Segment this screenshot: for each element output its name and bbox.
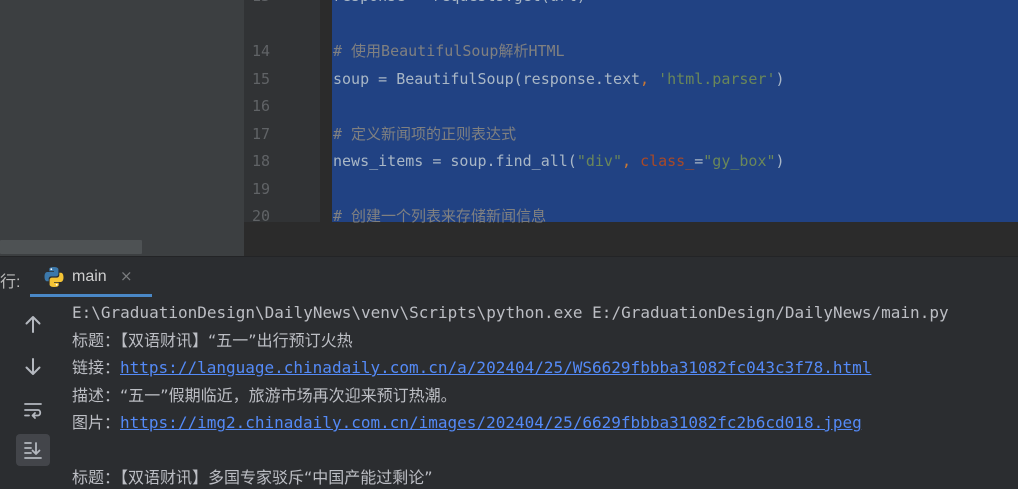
console-line-label: 标题： [72,468,121,487]
editor-bottom-area [244,222,1018,256]
console-line-label: 图片： [72,413,121,432]
project-panel [0,0,244,256]
console-line: 链接：https://language.chinadaily.com.cn/a/… [72,357,871,379]
soft-wrap-button[interactable] [16,394,50,426]
line-number: 18 [251,152,270,170]
code-token: class_ [640,152,695,170]
scroll-to-end-button[interactable] [16,434,50,466]
line-number: 19 [251,180,270,198]
close-icon[interactable]: × [120,267,133,285]
gutter-divider [320,0,322,222]
run-toolbar [0,298,58,484]
line-number: 17 [251,125,270,143]
console-line-value: 【双语财讯】“五一”出行预订火热 [120,330,353,350]
arrow-down-icon [25,358,41,375]
console-line-label: 描述： [72,385,121,405]
code-line[interactable]: soup = BeautifulSoup(response.text, 'htm… [333,69,785,89]
code-token: ) [775,152,785,170]
code-token: = [694,152,704,170]
console-line: 描述：“五一”假期临近，旅游市场再次迎来预订热潮。 [72,385,457,407]
code-token: soup = BeautifulSoup(response.text [333,70,641,88]
line-number: 20 [251,207,270,225]
code-token: # 使用BeautifulSoup解析HTML [333,42,565,60]
console-line-label: 标题： [72,330,121,350]
code-line[interactable]: news_items = soup.find_all("div", class_… [333,151,785,171]
console-line: 图片：https://img2.chinadaily.com.cn/images… [72,412,862,434]
run-window-label: 行: [0,274,21,291]
code-token: ) [775,70,785,88]
code-line[interactable]: response = requests.get(url) [333,0,586,6]
text-selection [332,0,1018,222]
console-line-value: 【双语财讯】多国专家驳斥“中国产能过剩论” [120,468,433,487]
console-line: 标题：【双语财讯】多国专家驳斥“中国产能过剩论” [72,467,433,489]
code-token: # 创建一个列表来存储新闻信息 [333,207,547,225]
code-token: "div" [576,152,622,170]
tab-main-label[interactable]: main [72,268,107,286]
console-link[interactable]: https://img2.chinadaily.com.cn/images/20… [120,413,862,432]
code-line[interactable]: # 使用BeautifulSoup解析HTML [333,41,565,61]
code-token: news_items = soup.find_all( [333,152,577,170]
code-token: , [640,70,659,88]
code-line[interactable]: # 定义新闻项的正则表达式 [333,124,516,144]
console-line: 标题：【双语财讯】“五一”出行预订火热 [72,330,353,352]
code-token: # 定义新闻项的正则表达式 [333,125,517,143]
soft-wrap-icon [24,403,42,419]
code-token: "gy_box" [703,152,776,170]
console-line-value: “五一”假期临近，旅游市场再次迎来预订热潮。 [120,385,457,405]
horizontal-scrollbar-thumb[interactable] [0,240,142,254]
console-link[interactable]: https://language.chinadaily.com.cn/a/202… [120,358,871,377]
up-button[interactable] [16,308,50,340]
python-icon [44,266,64,288]
console-line-label: 链接： [72,358,121,377]
arrow-up-icon [25,316,41,333]
run-tool-header [0,256,1018,299]
code-token: 'html.parser' [658,70,776,88]
code-editor[interactable]: 13 response = requests.get(url) 14 # 使用Beau… [0,0,1018,256]
code-token: response = requests.get(url) [333,0,586,5]
line-number: 16 [251,97,270,115]
active-tab-indicator [30,294,152,297]
down-button[interactable] [16,351,50,383]
line-number: 14 [251,42,270,60]
scroll-to-end-icon [24,442,42,459]
line-number: 15 [251,70,270,88]
line-number: 13 [244,0,270,6]
code-token: , [622,152,641,170]
code-line[interactable]: # 创建一个列表来存储新闻信息 [333,206,546,226]
console-command-line: E:\GraduationDesign\DailyNews\venv\Scrip… [72,303,949,322]
